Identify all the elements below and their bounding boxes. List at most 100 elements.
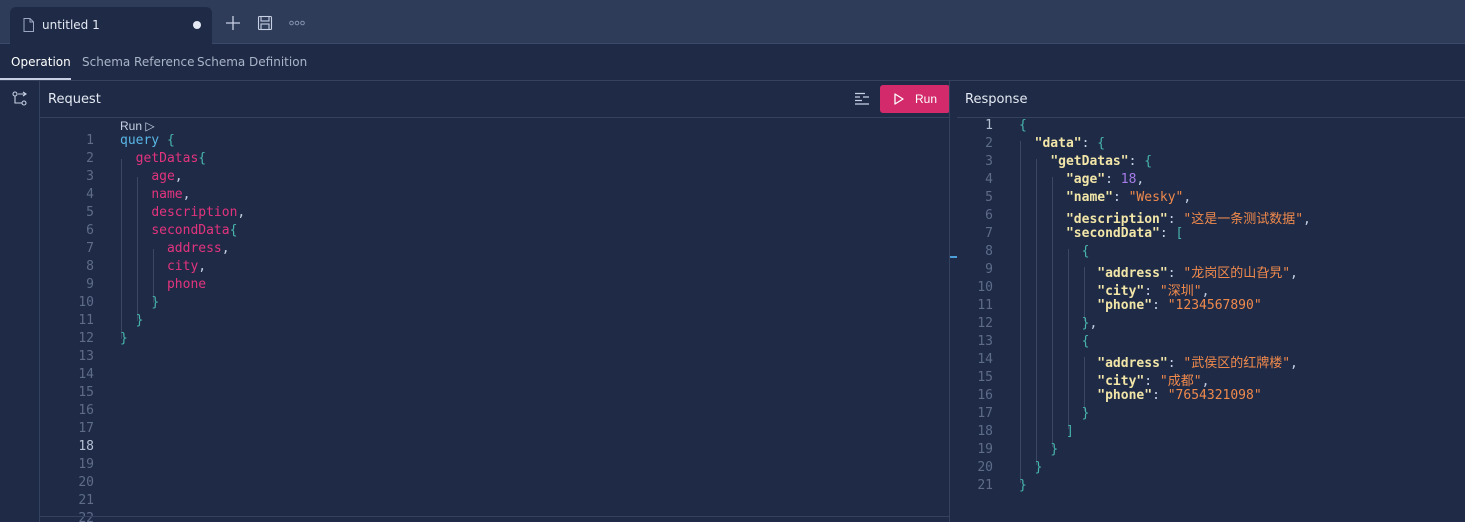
line-number: 4 bbox=[86, 187, 94, 202]
line-number: 6 bbox=[86, 223, 94, 238]
code-line: } bbox=[1019, 478, 1027, 493]
code-token: "address" bbox=[1097, 356, 1168, 371]
line-number: 16 bbox=[78, 403, 94, 418]
code-token: "name" bbox=[1065, 190, 1113, 205]
code-token: "city" bbox=[1097, 374, 1145, 389]
code-token: { bbox=[1081, 334, 1090, 349]
code-line: } bbox=[120, 331, 128, 346]
request-editor[interactable]: Run ▷ 1 query {2 getDatas{3 age, 4 name, 5 … bbox=[40, 118, 949, 522]
code-token: query bbox=[120, 133, 160, 148]
code-line: } bbox=[120, 313, 144, 328]
tab-schema-reference[interactable]: Schema Reference bbox=[82, 55, 195, 69]
unsaved-indicator[interactable] bbox=[193, 21, 201, 29]
code-token: "getDatas" bbox=[1050, 154, 1129, 169]
code-token: : bbox=[1167, 266, 1184, 281]
code-token: [ bbox=[1175, 226, 1184, 241]
line-number: 1 bbox=[985, 118, 993, 133]
prettify-icon[interactable] bbox=[854, 92, 870, 106]
line-number: 2 bbox=[86, 151, 94, 166]
explorer-icon[interactable] bbox=[12, 91, 28, 107]
line-number: 6 bbox=[985, 208, 993, 223]
code-token: } bbox=[1081, 406, 1090, 421]
code-token: "Wesky" bbox=[1128, 190, 1184, 205]
code-token: , bbox=[1201, 284, 1210, 299]
code-token: "address" bbox=[1097, 266, 1168, 281]
line-number: 16 bbox=[977, 388, 993, 403]
code-token: description bbox=[151, 205, 238, 220]
response-header: Response bbox=[957, 81, 1465, 118]
tab-operation[interactable]: Operation bbox=[11, 55, 71, 69]
code-token: "phone" bbox=[1097, 298, 1153, 313]
line-number: 12 bbox=[977, 316, 993, 331]
line-number: 17 bbox=[977, 406, 993, 421]
code-token: } bbox=[151, 295, 160, 310]
sub-navigation: Operation Schema Reference Schema Defini… bbox=[0, 44, 1465, 81]
run-codelens[interactable]: Run ▷ bbox=[120, 119, 155, 133]
line-number: 3 bbox=[86, 169, 94, 184]
line-number: 13 bbox=[78, 349, 94, 364]
code-token: , bbox=[237, 205, 246, 220]
code-line: }, bbox=[1019, 316, 1098, 331]
code-token: : bbox=[1112, 190, 1129, 205]
code-token: : bbox=[1128, 154, 1145, 169]
pane-divider[interactable] bbox=[949, 81, 957, 522]
line-number: 17 bbox=[78, 421, 94, 436]
code-token: , bbox=[1303, 212, 1311, 227]
run-button[interactable]: Run bbox=[880, 85, 950, 113]
line-number: 10 bbox=[78, 295, 94, 310]
save-icon[interactable] bbox=[257, 15, 273, 31]
code-line: "name": "Wesky", bbox=[1019, 190, 1191, 205]
code-line: } bbox=[1019, 406, 1090, 421]
divider-handle[interactable] bbox=[950, 256, 957, 258]
more-icon[interactable] bbox=[289, 15, 305, 31]
code-token: { bbox=[1019, 118, 1027, 133]
line-number: 8 bbox=[985, 244, 993, 259]
code-token: { bbox=[1081, 244, 1090, 259]
code-line: "phone": "7654321098" bbox=[1019, 388, 1261, 403]
play-icon bbox=[894, 93, 904, 105]
code-token: { bbox=[1144, 154, 1153, 169]
code-token: phone bbox=[166, 277, 207, 292]
code-token: address bbox=[166, 241, 222, 256]
code-line: "city": "深圳", bbox=[1019, 280, 1209, 299]
code-token: { bbox=[166, 133, 175, 148]
horizontal-scrollbar[interactable] bbox=[40, 516, 949, 522]
code-line: { bbox=[1019, 118, 1027, 133]
code-token: } bbox=[135, 313, 144, 328]
code-token: , bbox=[198, 259, 207, 274]
tab-schema-definition[interactable]: Schema Definition bbox=[197, 55, 307, 69]
code-line: query { bbox=[120, 133, 175, 148]
code-token: { bbox=[198, 151, 207, 166]
tab-bar: untitled 1 bbox=[0, 0, 1465, 44]
document-tab[interactable]: untitled 1 bbox=[10, 7, 212, 44]
code-line: "secondData": [ bbox=[1019, 226, 1183, 241]
code-token: : bbox=[1152, 388, 1168, 403]
code-line: "age": 18, bbox=[1019, 172, 1144, 187]
line-number: 15 bbox=[78, 385, 94, 400]
run-button-label: Run bbox=[915, 92, 938, 106]
tab-title: untitled 1 bbox=[42, 18, 100, 32]
code-line: "address": "龙岗区的山旮旯", bbox=[1019, 262, 1298, 281]
response-viewer[interactable]: 1{2 "data": {3 "getDatas": {4 "age": 18,… bbox=[957, 118, 1465, 522]
code-token: "secondData" bbox=[1065, 226, 1160, 241]
code-token: name bbox=[151, 187, 183, 202]
code-token: "phone" bbox=[1097, 388, 1153, 403]
plus-icon[interactable] bbox=[225, 15, 241, 31]
line-number: 14 bbox=[78, 367, 94, 382]
